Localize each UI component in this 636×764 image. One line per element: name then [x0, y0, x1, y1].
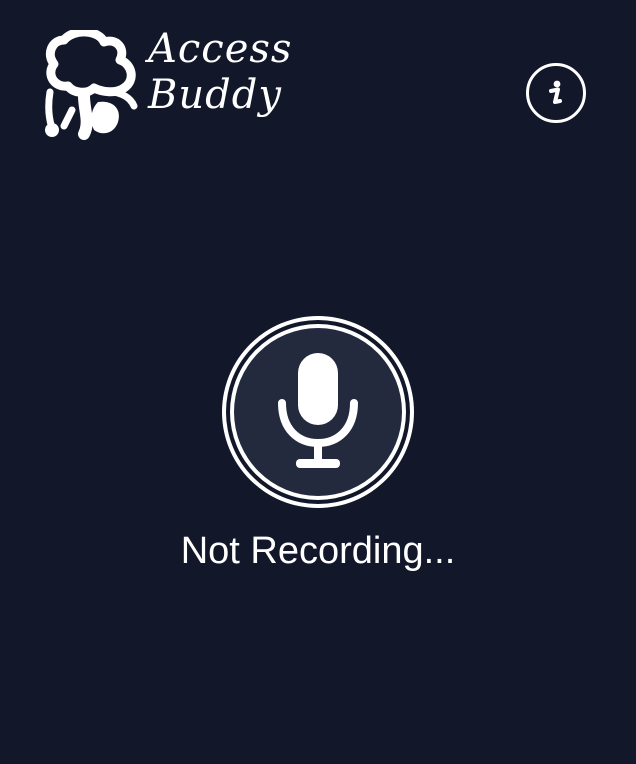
access-buddy-logo: Access Buddy [44, 26, 294, 161]
info-icon [549, 80, 562, 104]
record-button-border [230, 324, 406, 500]
app-header: Access Buddy [0, 0, 636, 170]
logo-line-2: Buddy [148, 72, 282, 118]
logo-line-1: Access [148, 26, 293, 72]
recording-status: Not Recording... [180, 530, 456, 572]
record-button[interactable] [222, 316, 414, 508]
microphone-icon [278, 353, 358, 468]
logo-wordmark: Access Buddy [148, 26, 292, 118]
record-button-face [234, 328, 402, 496]
info-button[interactable] [526, 63, 586, 123]
logo-figure-icon [45, 30, 138, 140]
record-button-ring [226, 320, 410, 504]
